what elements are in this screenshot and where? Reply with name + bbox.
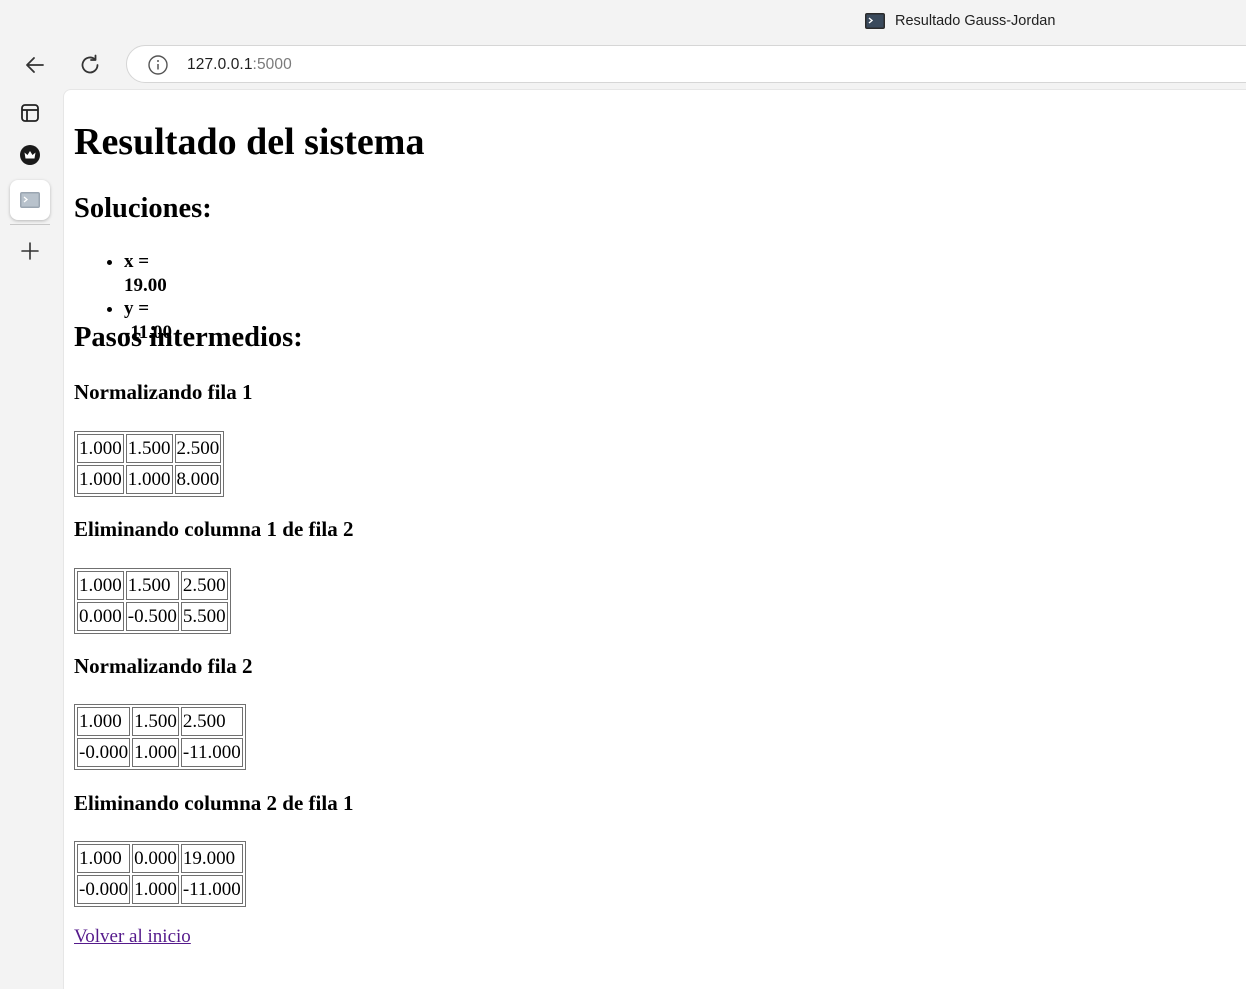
step-title: Normalizando fila 1 xyxy=(74,380,253,404)
terminal-icon xyxy=(865,13,885,29)
matrix-row: 1.000 1.500 2.500 xyxy=(77,707,243,736)
matrix-cell: 1.000 xyxy=(77,707,131,736)
page-title: Resultado del sistema xyxy=(74,121,425,163)
title-bar: Resultado Gauss-Jordan xyxy=(0,0,1246,41)
matrix-cell: 1.500 xyxy=(125,571,179,600)
sidebar-divider xyxy=(10,224,50,225)
step-title: Normalizando fila 2 xyxy=(74,654,253,678)
step-matrix: 1.000 1.500 2.500 1.000 1.000 8.000 xyxy=(74,431,225,497)
step-matrix: 1.000 1.500 2.500 -0.000 1.000 -11.000 xyxy=(74,704,246,770)
matrix-row: 1.000 1.500 2.500 xyxy=(77,434,222,463)
tab-panel-icon xyxy=(21,104,39,122)
matrix-cell: 2.500 xyxy=(180,571,228,600)
reload-icon xyxy=(81,54,99,74)
matrix-cell: 0.000 xyxy=(132,844,179,873)
matrix-row: -0.000 1.000 -11.000 xyxy=(77,738,243,767)
matrix-row: 1.000 1.000 8.000 xyxy=(77,465,222,494)
matrix-row: -0.000 1.000 -11.000 xyxy=(77,875,243,904)
matrix-cell: 2.500 xyxy=(180,707,243,736)
matrix-cell: 1.000 xyxy=(77,465,124,494)
matrix-cell: 1.000 xyxy=(125,465,173,494)
back-to-home-link[interactable]: Volver al inicio xyxy=(74,926,191,948)
steps-heading: Pasos intermedios: xyxy=(74,322,303,353)
tab-panel-button[interactable] xyxy=(10,93,50,133)
tab-title: Resultado Gauss-Jordan xyxy=(895,13,1056,29)
matrix-row: 1.000 1.500 2.500 xyxy=(77,571,228,600)
matrix-cell: 0.000 xyxy=(77,602,124,631)
matrix-cell: 1.500 xyxy=(132,707,179,736)
step-matrix: 1.000 1.500 2.500 0.000 -0.500 5.500 xyxy=(74,568,231,634)
url-host: 127.0.0.1 xyxy=(187,56,253,73)
sidebar-tab-active[interactable] xyxy=(10,180,50,220)
matrix-cell: -0.000 xyxy=(77,738,131,767)
step-matrix: 1.000 0.000 19.000 -0.000 1.000 -11.000 xyxy=(74,841,246,907)
step-title: Eliminando columna 2 de fila 1 xyxy=(74,791,354,815)
active-tab[interactable]: Resultado Gauss-Jordan xyxy=(865,10,1055,32)
matrix-cell: 1.000 xyxy=(77,571,124,600)
step-title: Eliminando columna 1 de fila 2 xyxy=(74,517,354,541)
matrix-cell: 1.500 xyxy=(125,434,173,463)
matrix-cell: 1.000 xyxy=(132,875,179,904)
matrix-cell: 1.000 xyxy=(77,844,131,873)
matrix-cell: -0.000 xyxy=(77,875,131,904)
toolbar: 127.0.0.1:5000 xyxy=(0,41,1246,89)
url-text: 127.0.0.1:5000 xyxy=(187,56,292,74)
matrix-cell: -11.000 xyxy=(180,738,243,767)
plus-icon xyxy=(21,242,39,260)
matrix-row: 0.000 -0.500 5.500 xyxy=(77,602,228,631)
matrix-cell: -11.000 xyxy=(180,875,243,904)
matrix-cell: 1.000 xyxy=(132,738,179,767)
solution-item: x = 19.00 xyxy=(124,250,172,297)
reload-button[interactable] xyxy=(72,47,108,83)
back-button[interactable] xyxy=(17,47,53,83)
matrix-cell: 5.500 xyxy=(180,602,228,631)
terminal-icon xyxy=(20,192,40,208)
matrix-cell: 1.000 xyxy=(77,434,124,463)
matrix-cell: 19.000 xyxy=(180,844,243,873)
arrow-left-icon xyxy=(26,57,44,73)
page-content: Resultado del sistema Soluciones: x = 19… xyxy=(63,89,1246,989)
matrix-row: 1.000 0.000 19.000 xyxy=(77,844,243,873)
vertical-tab-sidebar xyxy=(0,89,62,974)
solutions-heading: Soluciones: xyxy=(74,193,212,224)
address-bar[interactable]: 127.0.0.1:5000 xyxy=(126,45,1246,83)
matrix-cell: -0.500 xyxy=(125,602,179,631)
matrix-cell: 2.500 xyxy=(174,434,222,463)
new-tab-button[interactable] xyxy=(10,231,50,271)
url-port: :5000 xyxy=(252,56,292,73)
matrix-cell: 8.000 xyxy=(174,465,222,494)
crown-icon xyxy=(20,145,40,165)
info-icon[interactable] xyxy=(147,54,169,76)
sidebar-tab-crown[interactable] xyxy=(10,135,50,175)
